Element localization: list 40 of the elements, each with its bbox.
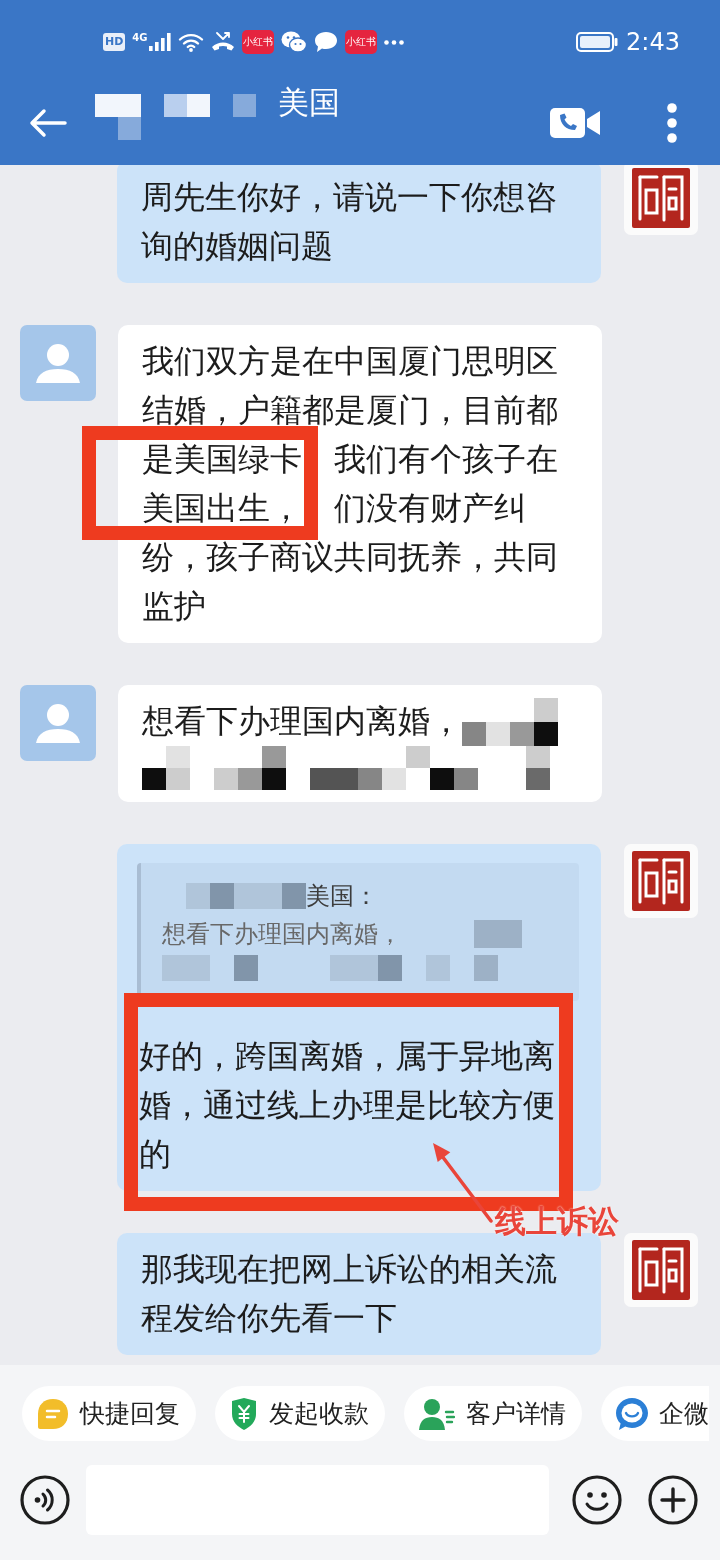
seal-logo-icon xyxy=(624,165,698,235)
message-text: 我们双方是在中国厦门思明区结婚，户籍都是厦门，目前都是美国绿卡 我们有个孩子在美国出生， 们没有财产纠纷，孩子商议共同抚养，共同监护 xyxy=(142,341,559,627)
hd-indicator: HD xyxy=(103,33,126,51)
seal-logo-icon xyxy=(624,1233,698,1307)
message-text: 那我现在把网上诉讼的相关流程发给你先看一下 xyxy=(141,1249,558,1339)
quick-action-button[interactable]: 企微 xyxy=(601,1386,709,1441)
app-badge: 小红书 xyxy=(241,30,274,54)
network-type: 4G xyxy=(132,33,148,43)
seal-logo-icon xyxy=(624,844,698,918)
missed-call-icon xyxy=(210,32,235,52)
signal-icon xyxy=(148,33,171,51)
chat-title: 美国 xyxy=(278,83,340,122)
quick-action-button[interactable]: 发起收款 xyxy=(215,1386,385,1441)
back-icon[interactable] xyxy=(29,107,67,138)
message-text: 想看下办理国内离婚， xyxy=(142,701,462,742)
more-icon[interactable] xyxy=(666,101,678,144)
voice-icon[interactable] xyxy=(20,1475,70,1525)
default-avatar-icon xyxy=(20,685,96,761)
battery-icon xyxy=(576,32,619,52)
status-time: 2:43 xyxy=(626,28,680,56)
two-speech-bubbles-icon xyxy=(280,31,307,53)
person-icon xyxy=(419,1397,455,1430)
shield-icon xyxy=(230,1397,258,1430)
quick-action-button[interactable]: 快捷回复 xyxy=(22,1386,196,1441)
emoji-icon[interactable] xyxy=(572,1475,622,1525)
wifi-icon xyxy=(177,32,204,52)
more-icon xyxy=(383,39,404,45)
quick-action-button[interactable]: 客户详情 xyxy=(404,1386,582,1441)
speech-bubble-icon xyxy=(313,31,338,53)
plus-icon[interactable] xyxy=(648,1475,698,1525)
chat-bubble-icon xyxy=(616,1397,648,1430)
speech-bubble-icon xyxy=(37,1397,69,1430)
app-badge: 小红书 xyxy=(344,30,377,54)
annotation-label: 线上诉讼 xyxy=(495,1202,619,1240)
default-avatar-icon xyxy=(20,325,96,401)
video-call-icon[interactable] xyxy=(550,105,600,140)
quote-author: 美国： xyxy=(306,881,378,912)
quote-text: 想看下办理国内离婚， xyxy=(162,919,402,950)
message-text: 周先生你好，请说一下你想咨询的婚姻问题 xyxy=(141,177,558,267)
message-text: 好的，跨国离婚，属于异地离婚，通过线上办理是比较方便的 xyxy=(139,1036,556,1175)
